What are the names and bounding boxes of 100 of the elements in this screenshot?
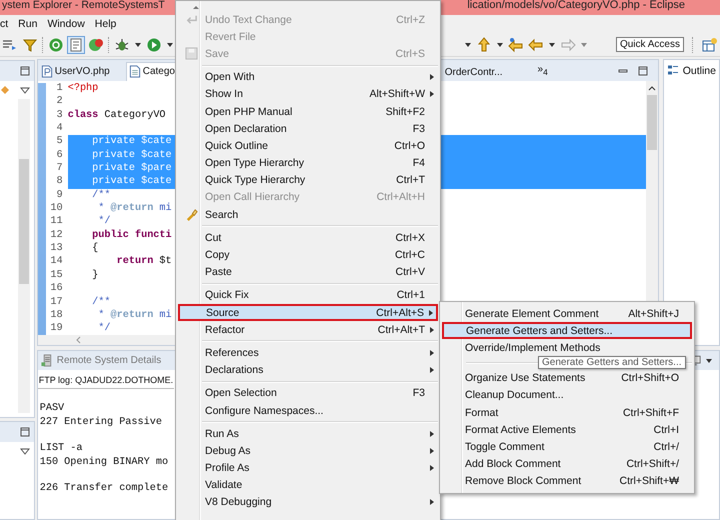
menu-item[interactable]: Validate: [178, 476, 438, 494]
menu-item[interactable]: Refactor Ctrl+Alt+T: [178, 321, 438, 338]
menu-item[interactable]: Generate Getters and Setters...: [442, 322, 692, 340]
filter-icon[interactable]: [22, 36, 38, 52]
view-tab[interactable]: Remote System Details: [40, 354, 162, 367]
menu-item[interactable]: Cut Ctrl+X: [178, 229, 438, 246]
menu-item[interactable]: V8 Debugging: [178, 494, 438, 512]
menu-item[interactable]: Remove Block Comment Ctrl+Shift+₩: [442, 472, 692, 490]
caret-icon[interactable]: [134, 40, 142, 48]
code-line: /**: [91, 296, 111, 308]
outline-icon: [666, 64, 679, 77]
menu-bar-item[interactable]: Help: [94, 18, 116, 30]
power-icon[interactable]: [48, 36, 64, 52]
line-number: 14: [49, 255, 64, 269]
log-line: 227 Entering Passive: [38, 416, 162, 430]
menu-item[interactable]: Show In Alt+Shift+W: [178, 86, 438, 103]
sync-icon[interactable]: [88, 36, 104, 52]
line-number: 1: [56, 82, 64, 96]
caret-icon[interactable]: [496, 40, 504, 48]
menu-item[interactable]: Format Active Elements Ctrl+I: [442, 421, 692, 438]
menu-item[interactable]: Quick Type Hierarchy Ctrl+T: [178, 172, 438, 189]
menu-item[interactable]: Open Declaration F3: [178, 120, 438, 138]
submenu-arrow-icon: [430, 367, 434, 374]
log-line: LIST -a: [38, 442, 83, 456]
line-number: 5: [56, 135, 64, 149]
editor-tab[interactable]: OrderContr...: [440, 64, 506, 81]
caret-icon[interactable]: [705, 356, 713, 364]
maximize-icon[interactable]: [638, 66, 648, 76]
caret-icon[interactable]: [548, 40, 556, 48]
code-line: * @return mi: [97, 203, 172, 214]
menu-item[interactable]: Open PHP Manual Shift+F2: [178, 102, 438, 120]
caret-icon[interactable]: [166, 40, 174, 48]
menu-bar-item[interactable]: Run: [18, 18, 38, 30]
menu-item[interactable]: Organize Use Statements Ctrl+Shift+O: [442, 370, 692, 387]
menu-item[interactable]: Format Ctrl+Shift+F: [442, 404, 692, 422]
menu-item[interactable]: Cleanup Document...: [442, 386, 692, 404]
back-arrow-icon[interactable]: [528, 36, 544, 52]
menu-item[interactable]: Declarations: [178, 362, 438, 379]
flashlight-icon: [184, 208, 198, 222]
menu-item[interactable]: Open Selection F3: [178, 384, 438, 402]
code-line: * @return mi: [97, 310, 172, 321]
menu-item[interactable]: References: [178, 344, 438, 362]
menu-bar-item[interactable]: Window: [47, 18, 85, 30]
submenu-arrow-icon: [430, 499, 434, 506]
menu-item[interactable]: Quick Fix Ctrl+1: [178, 286, 438, 304]
line-number: 19: [49, 322, 64, 336]
quick-access-field[interactable]: Quick Access: [616, 37, 684, 52]
tooltip: Generate Getters and Setters...: [538, 356, 686, 369]
undo-icon: [184, 13, 198, 26]
maximize-icon[interactable]: [20, 66, 30, 76]
line-number: 6: [56, 148, 64, 162]
menu-item[interactable]: Run As: [178, 425, 438, 442]
perspective-icon[interactable]: [702, 36, 718, 52]
scroll-up-icon[interactable]: [646, 84, 657, 92]
scrollbar[interactable]: [18, 99, 30, 413]
menu-item[interactable]: Source Ctrl+Alt+S: [178, 304, 438, 322]
view-menu-icon[interactable]: [20, 85, 30, 95]
submenu-arrow-icon: [430, 74, 434, 80]
menu-item[interactable]: Configure Namespaces...: [178, 402, 438, 420]
editor-tab[interactable]: UserVO.php: [38, 62, 124, 81]
maximize-icon[interactable]: [20, 427, 30, 437]
menu-item[interactable]: Quick Outline Ctrl+O: [178, 137, 438, 154]
menu-item[interactable]: Generate Element Comment Alt+Shift+J: [442, 305, 692, 322]
submenu-arrow-icon: [430, 430, 434, 437]
up-arrow-icon[interactable]: [476, 36, 492, 52]
menu-item[interactable]: Override/Implement Methods: [442, 339, 692, 357]
more-tabs-button[interactable]: »$_{4}$: [538, 64, 548, 77]
menu-item[interactable]: Toggle Comment Ctrl+/: [442, 438, 692, 456]
bug-icon[interactable]: [114, 36, 130, 52]
view-menu-icon[interactable]: [20, 446, 30, 456]
code-line: class CategoryVO: [68, 110, 166, 121]
line-number: 7: [56, 162, 64, 176]
code-line: private $cate: [91, 150, 172, 161]
menu-item[interactable]: Open Type Hierarchy F4: [178, 154, 438, 172]
menu-item[interactable]: Copy Ctrl+C: [178, 246, 438, 264]
log-line: 150 Opening BINARY mo: [38, 456, 168, 470]
menu-item[interactable]: Paste Ctrl+V: [178, 264, 438, 281]
code-line: private $cate: [91, 136, 172, 148]
menu-item[interactable]: Search: [178, 206, 438, 224]
run-icon[interactable]: [146, 36, 162, 52]
line-number: 8: [56, 175, 64, 189]
back-arrow-icon[interactable]: [508, 36, 524, 52]
menu-item[interactable]: Add Block Comment Ctrl+Shift+/: [442, 456, 692, 473]
line-number: 2: [56, 95, 64, 109]
scroll-thumb[interactable]: [646, 95, 657, 150]
menu-item[interactable]: Debug As: [178, 442, 438, 460]
code-line: private $cate: [91, 176, 172, 188]
submenu-arrow-icon: [430, 448, 434, 454]
line-number: 3: [56, 108, 64, 122]
code-line: private $pare: [91, 163, 172, 174]
caret-icon[interactable]: [464, 40, 472, 48]
diamond-icon: [0, 85, 10, 95]
save-icon: [184, 47, 198, 60]
menu-bar-item[interactable]: ct: [0, 18, 8, 30]
menu-item[interactable]: Profile As: [178, 460, 438, 477]
file-icon: [128, 65, 141, 78]
code-line: {: [91, 243, 98, 254]
code-line: }: [91, 270, 98, 281]
toggle-icon[interactable]: [68, 36, 84, 52]
panel-title[interactable]: Outline: [682, 64, 716, 76]
